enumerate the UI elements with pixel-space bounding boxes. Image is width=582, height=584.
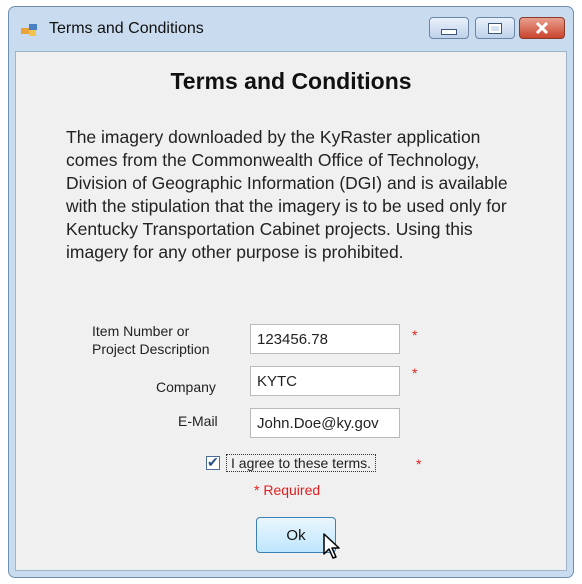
required-star: *	[412, 327, 418, 343]
mouse-cursor-icon	[323, 533, 340, 559]
maximize-button[interactable]	[475, 17, 515, 39]
required-star: *	[416, 456, 422, 472]
terms-dialog-window: Terms and Conditions Terms and Condition…	[8, 6, 574, 578]
window-title: Terms and Conditions	[49, 20, 204, 37]
minimize-icon	[441, 29, 457, 35]
item-number-field[interactable]	[250, 324, 400, 354]
checkmark-icon: ✔	[207, 454, 219, 470]
agree-terms-row[interactable]: ✔ I agree to these terms.	[206, 454, 377, 472]
close-button[interactable]	[519, 17, 565, 39]
app-icon	[21, 24, 37, 36]
item-number-label: Item Number or Project Description	[92, 323, 210, 357]
required-star: *	[412, 365, 418, 381]
email-field[interactable]	[250, 408, 400, 438]
required-note: * Required	[254, 482, 321, 498]
agree-label[interactable]: I agree to these terms.	[226, 454, 377, 472]
close-icon	[535, 22, 549, 34]
terms-text: The imagery downloaded by the KyRaster a…	[66, 127, 508, 262]
company-field[interactable]	[250, 366, 400, 396]
minimize-button[interactable]	[429, 17, 469, 39]
page-title: Terms and Conditions	[170, 68, 412, 94]
email-label: E-Mail	[178, 413, 218, 429]
dialog-body: Terms and Conditions The imagery downloa…	[15, 51, 567, 571]
agree-checkbox[interactable]: ✔	[206, 454, 220, 470]
maximize-icon	[488, 22, 502, 34]
title-bar[interactable]: Terms and Conditions	[9, 7, 573, 51]
company-label: Company	[156, 379, 216, 395]
